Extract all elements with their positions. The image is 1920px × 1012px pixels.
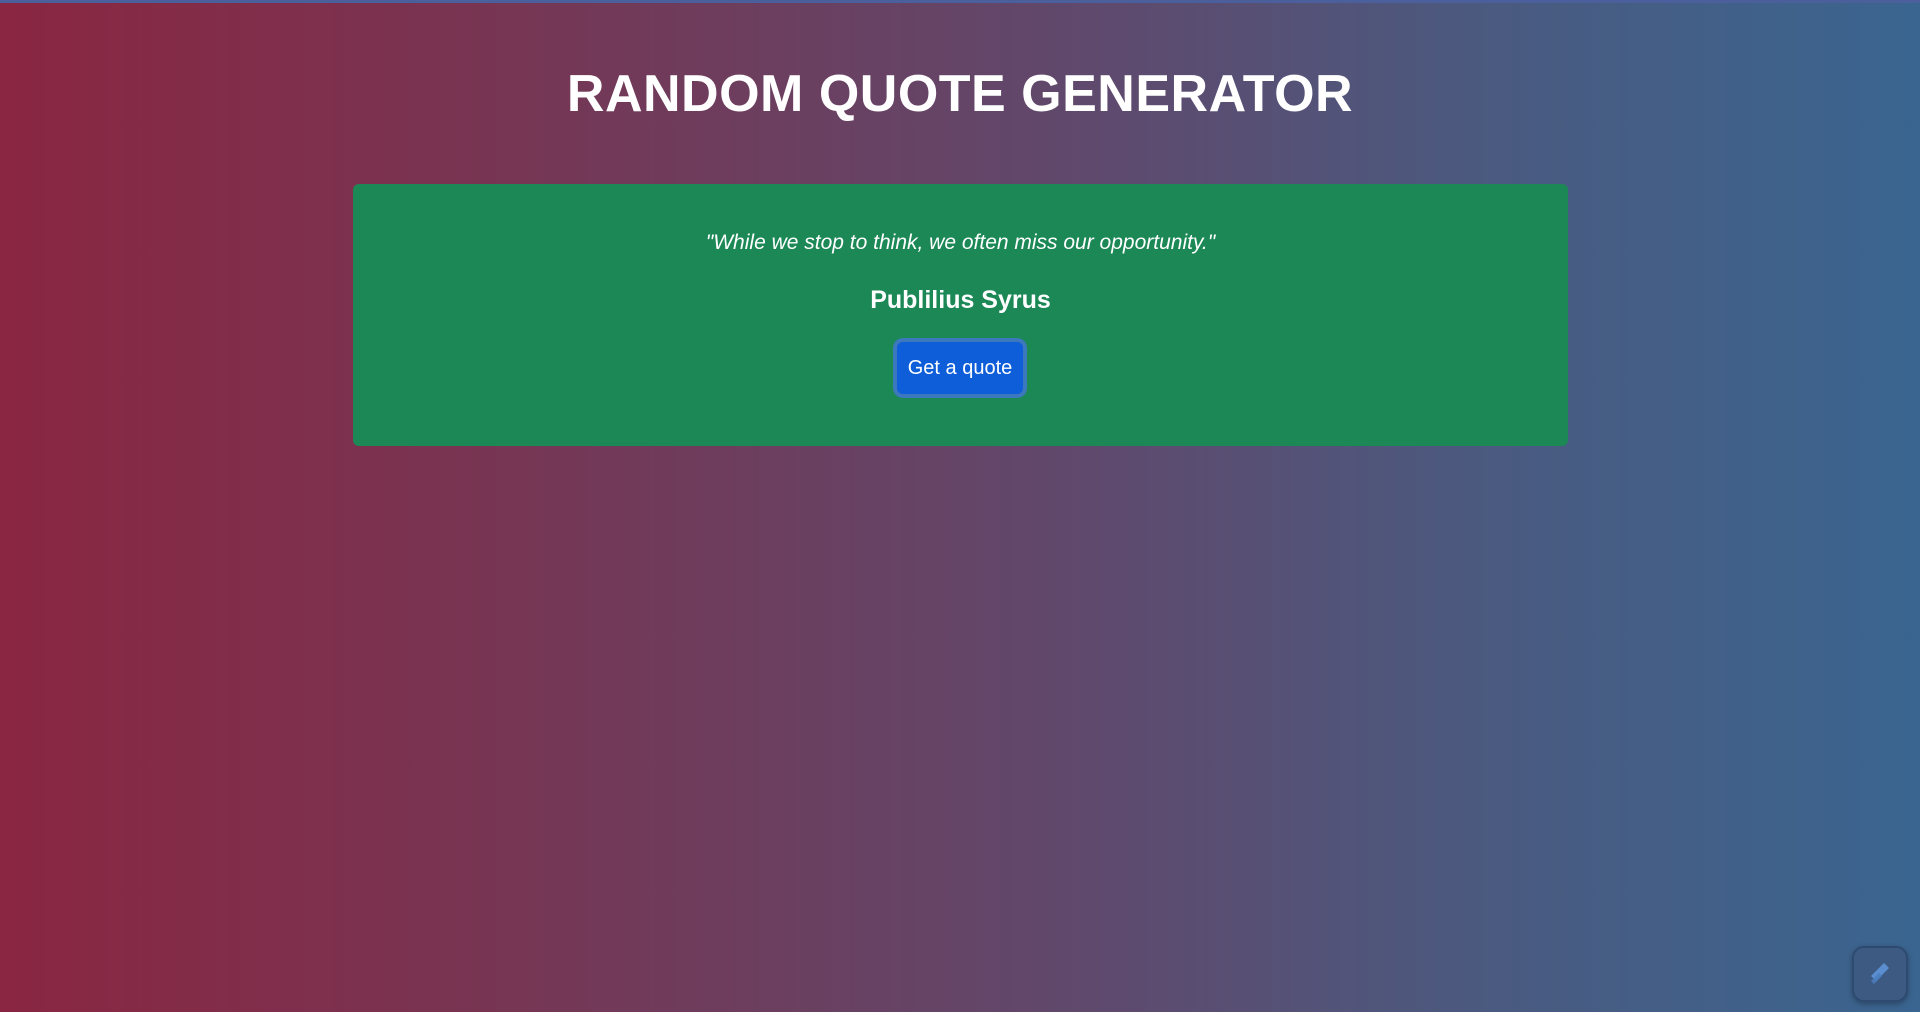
top-border-line: [0, 0, 1920, 3]
quote-card: "While we stop to think, we often miss o…: [353, 184, 1568, 446]
page-title: RANDOM QUOTE GENERATOR: [566, 65, 1354, 123]
quote-text: "While we stop to think, we often miss o…: [705, 231, 1216, 254]
get-quote-button[interactable]: Get a quote: [897, 342, 1023, 394]
quote-author: Publilius Syrus: [870, 286, 1051, 314]
pen-stroke-icon: [1865, 957, 1895, 992]
floating-widget-button[interactable]: [1852, 946, 1908, 1002]
